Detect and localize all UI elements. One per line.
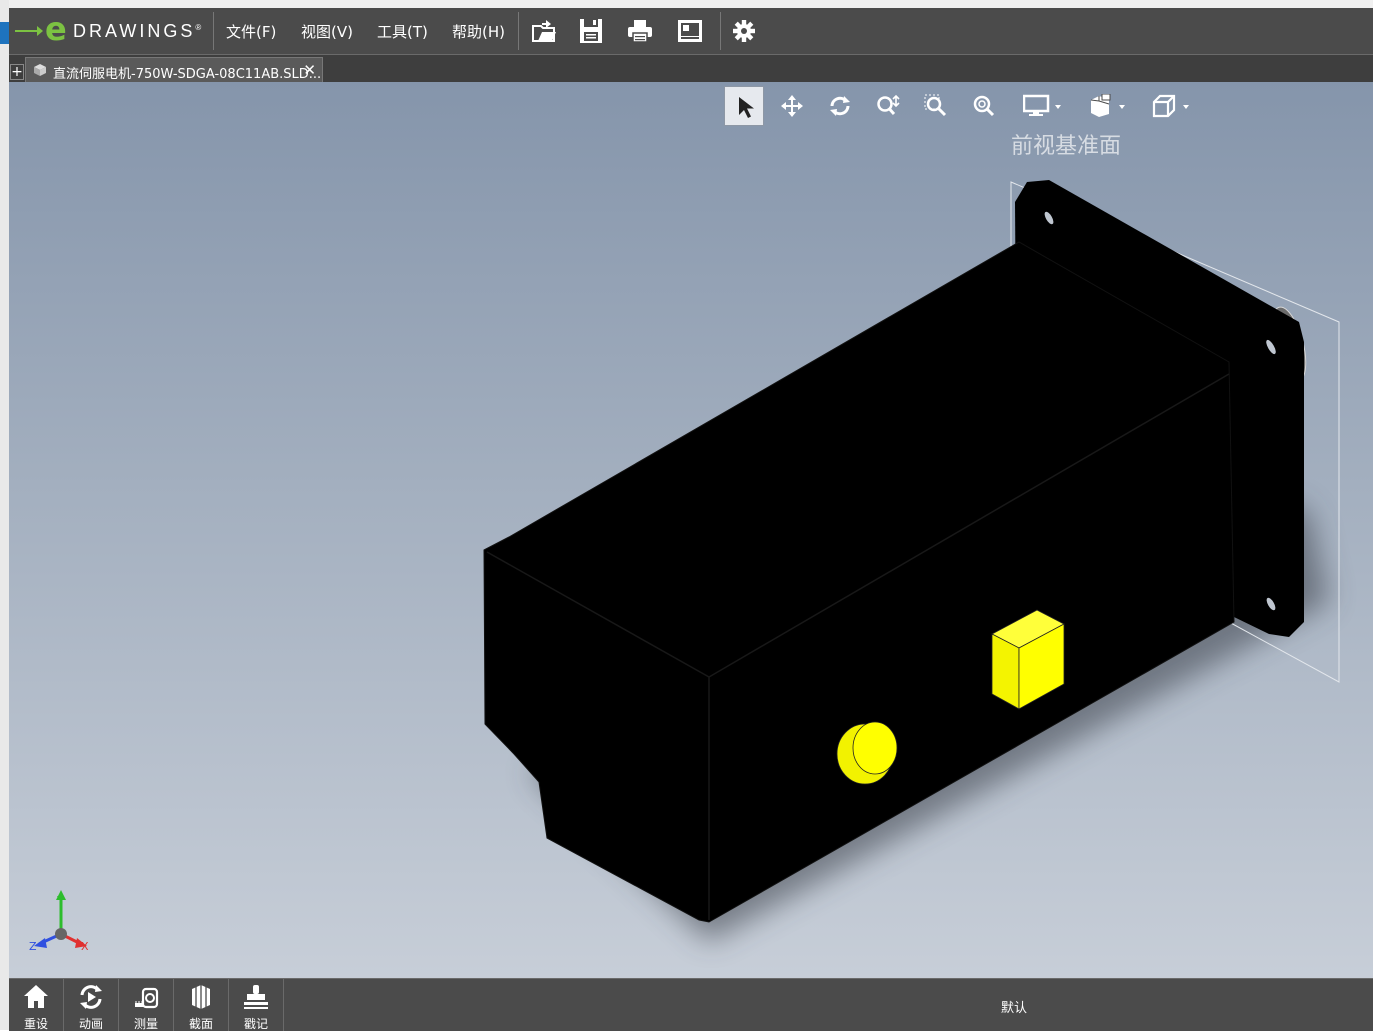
window-top-edge <box>9 0 1373 8</box>
measure-label: 测量 <box>133 1017 158 1031</box>
menu-separator <box>720 12 721 50</box>
animate-label: 动画 <box>78 1017 103 1031</box>
stamp-icon <box>244 985 268 1009</box>
front-plane-label: 前视基准面 <box>1011 134 1122 159</box>
edrawings-app: e DRAWINGS® 文件(F) 视图(V) 工具(T) 帮助(H) + 直流 <box>9 8 1373 1031</box>
save-icon[interactable] <box>577 17 605 45</box>
configuration-name[interactable]: 默认 <box>1001 997 1027 1016</box>
taskbar-indicator <box>0 22 9 44</box>
menu-help[interactable]: 帮助(H) <box>452 21 505 42</box>
menu-bar: e DRAWINGS® 文件(F) 视图(V) 工具(T) 帮助(H) <box>9 8 1373 55</box>
select-icon[interactable] <box>724 86 764 126</box>
view-orientation-icon[interactable] <box>1079 86 1137 126</box>
section-icon <box>192 985 210 1009</box>
stamp-label: 戳记 <box>243 1017 268 1031</box>
axis-triad: Y X Z <box>29 890 89 953</box>
print-icon[interactable] <box>626 17 654 45</box>
measure-button[interactable]: 测量 <box>119 979 174 1031</box>
menu-file[interactable]: 文件(F) <box>226 21 276 42</box>
menu-separator <box>518 12 519 50</box>
svg-text:Z: Z <box>29 940 37 953</box>
3d-viewport[interactable]: Y X Z 前视基准面 <box>9 82 1373 978</box>
reset-button[interactable]: 重设 <box>9 979 64 1031</box>
display-icon[interactable] <box>1015 86 1073 126</box>
zoom-icon[interactable] <box>868 86 908 126</box>
menu-view[interactable]: 视图(V) <box>301 21 353 42</box>
bottom-toolbar: 重设 动画 测量 截面 戳记 默认 <box>9 978 1373 1031</box>
standard-views-icon[interactable] <box>1143 86 1201 126</box>
pan-icon[interactable] <box>772 86 812 126</box>
stamp-button[interactable]: 戳记 <box>229 979 284 1031</box>
svg-text:Y: Y <box>56 894 64 907</box>
sheet-icon[interactable] <box>676 17 704 45</box>
reset-label: 重设 <box>23 1017 48 1031</box>
svg-text:X: X <box>81 940 89 953</box>
round-connector-face <box>852 721 898 775</box>
motor-body <box>483 241 1235 923</box>
home-icon <box>24 985 48 1008</box>
edrawings-logo: e DRAWINGS® <box>15 10 211 48</box>
document-tab[interactable]: 直流伺服电机-750W-SDGA-08C11AB.SLD... ✕ <box>25 57 323 83</box>
part-document-icon <box>34 64 46 76</box>
logo-e: e <box>45 10 67 48</box>
logo-arrow-icon <box>15 26 43 36</box>
add-tab-button[interactable]: + <box>10 64 24 80</box>
left-strip <box>0 0 9 1030</box>
document-tab-bar: + 直流伺服电机-750W-SDGA-08C11AB.SLD... ✕ <box>9 55 1373 83</box>
menu-tools[interactable]: 工具(T) <box>377 21 428 42</box>
document-tab-title: 直流伺服电机-750W-SDGA-08C11AB.SLD... <box>53 67 322 82</box>
close-tab-icon[interactable]: ✕ <box>303 61 316 79</box>
section-label: 截面 <box>188 1017 213 1031</box>
zoom-to-fit-icon[interactable] <box>964 86 1004 126</box>
menu-separator <box>213 12 214 50</box>
animate-icon <box>80 985 102 1009</box>
logo-wordmark: DRAWINGS® <box>73 21 205 41</box>
motor-model: Y X Z <box>29 180 1340 953</box>
measure-icon <box>135 987 159 1009</box>
zoom-to-area-icon[interactable] <box>916 86 956 126</box>
section-button[interactable]: 截面 <box>174 979 229 1031</box>
open-icon[interactable] <box>530 17 558 45</box>
settings-icon[interactable] <box>730 17 758 45</box>
animate-button[interactable]: 动画 <box>64 979 119 1031</box>
rotate-icon[interactable] <box>820 86 860 126</box>
